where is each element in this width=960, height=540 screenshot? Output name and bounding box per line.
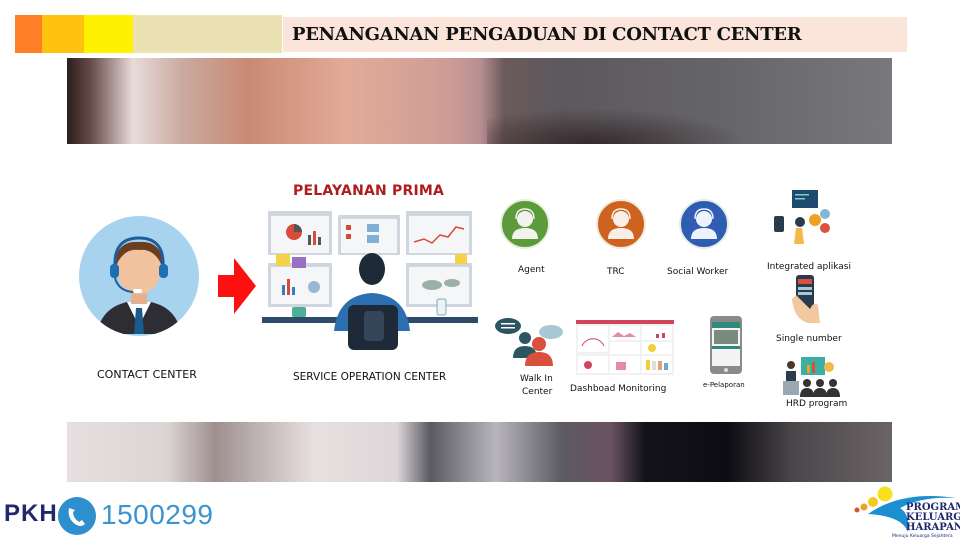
channel-walk-in-label-2: Center: [522, 387, 553, 397]
logo-line-3: HARAPAN: [906, 522, 960, 533]
feature-single-number-label: Single number: [776, 334, 842, 344]
role-trc-label: TRC: [607, 267, 625, 277]
banner-photo-top: [67, 58, 892, 144]
role-social-worker-label: Social Worker: [667, 267, 729, 277]
channel-e-pelaporan-label: e-Pelaporan: [703, 381, 745, 389]
role-social-worker-icon: [679, 199, 729, 249]
role-trc-icon: [596, 199, 646, 249]
conversation-icon: [495, 318, 563, 366]
phone-icon: [58, 497, 96, 535]
header-block-beige: [133, 15, 282, 53]
channel-dashboard-label: Dashboad Monitoring: [570, 384, 667, 394]
integration-icon: [774, 190, 830, 244]
role-agent-label: Agent: [518, 265, 545, 275]
call-agent-icon: [97, 236, 181, 334]
header-block-amber: [42, 15, 84, 53]
role-agent-icon: [500, 199, 550, 249]
program-keluarga-harapan-logo: PROGRAM KELUARGA HARAPAN Menuju Keluarga…: [854, 486, 960, 539]
hotline-number[interactable]: 1500299: [101, 499, 214, 531]
contact-center-label: CONTACT CENTER: [97, 368, 197, 381]
phone-in-hand-icon: [792, 275, 820, 323]
mobile-app-icon: [710, 316, 742, 374]
dashboard-icon: [576, 320, 674, 375]
header-block-orange: [15, 15, 42, 53]
headset-user-icon: [608, 208, 634, 239]
operations-desk-illustration: [262, 211, 478, 350]
service-operation-center-label: SERVICE OPERATION CENTER: [293, 371, 447, 383]
page-title: PENANGANAN PENGADUAN DI CONTACT CENTER: [292, 24, 802, 45]
right-arrow-icon: [218, 258, 256, 314]
header-block-yellow: [84, 15, 133, 53]
section-heading: PELAYANAN PRIMA: [293, 183, 445, 199]
feature-integrated-label: Integrated aplikasi: [767, 262, 851, 272]
headset-user-icon: [512, 208, 538, 239]
banner-photo-bottom: [67, 422, 892, 482]
training-presentation-icon: [783, 357, 840, 397]
contact-center-avatar: [79, 216, 199, 336]
pkh-brand: PKH: [4, 500, 58, 527]
logo-tagline: Menuju Keluarga Sejahtera: [892, 533, 953, 539]
feature-hrd-label: HRD program: [786, 399, 848, 409]
headset-user-icon: [691, 208, 717, 239]
channel-walk-in-label-1: Walk In: [520, 374, 553, 384]
